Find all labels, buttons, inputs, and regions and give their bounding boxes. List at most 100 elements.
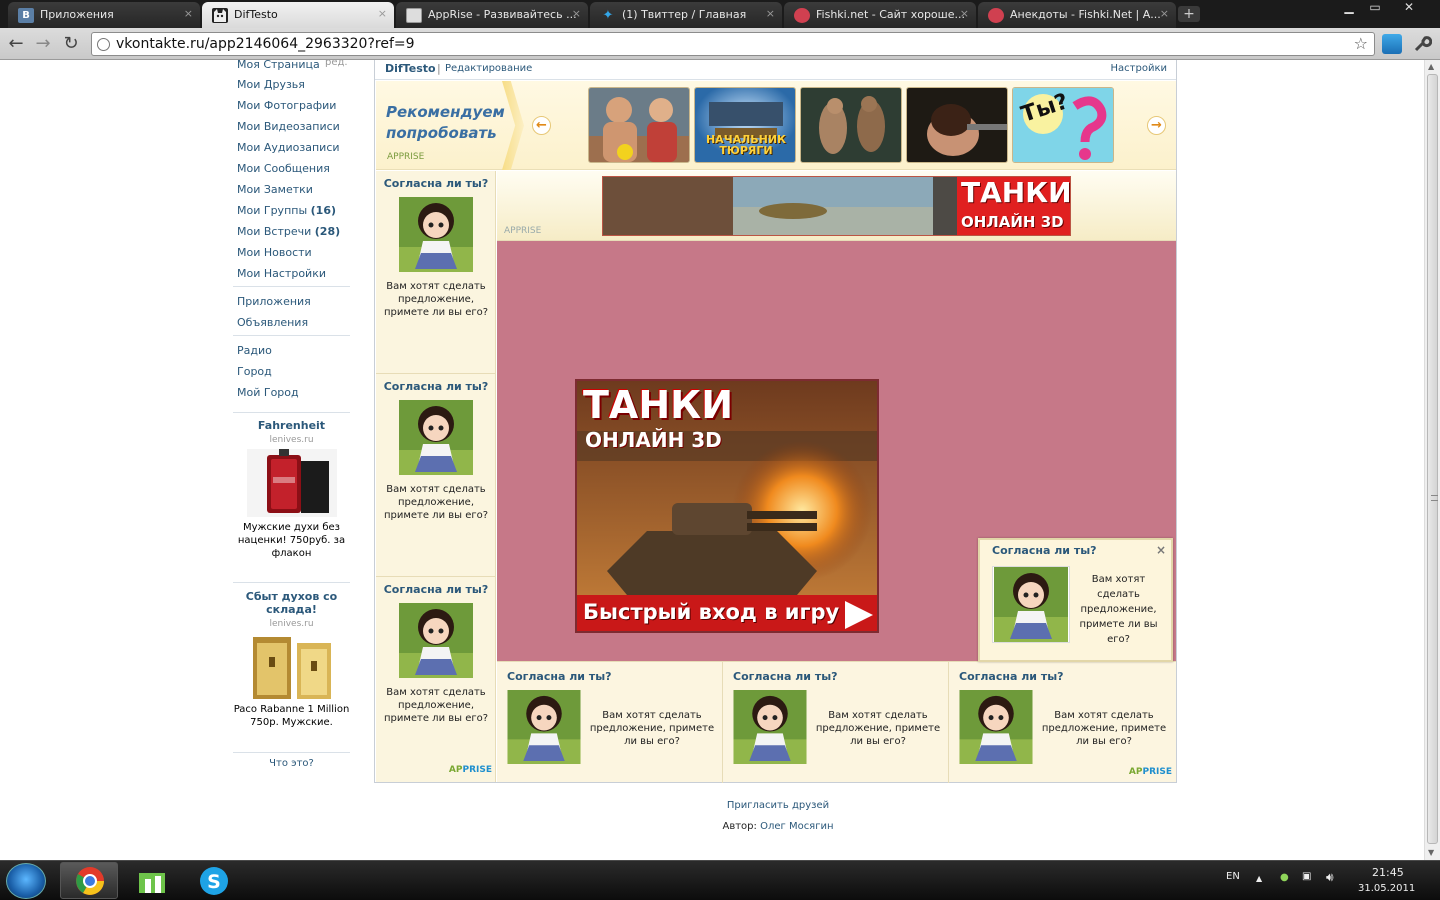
app-thumb-fight-club[interactable]	[800, 87, 902, 163]
girl-avatar-image[interactable]	[992, 566, 1070, 643]
carousel-next-arrow-icon[interactable]: →	[1147, 116, 1166, 135]
page-scrollbar[interactable]: ▲ ▼	[1424, 60, 1440, 860]
menu-my-settings[interactable]: Мои Настройки	[237, 267, 326, 280]
taskbar-app-button[interactable]	[122, 862, 180, 899]
back-button-icon[interactable]: ←	[5, 34, 27, 54]
ad-title[interactable]: Fahrenheit	[233, 419, 350, 432]
browser-tab-apprise[interactable]: AppRise - Развивайтесь ... ×	[396, 2, 588, 28]
menu-applications[interactable]: Приложения	[237, 295, 311, 308]
menu-city[interactable]: Город	[237, 365, 272, 378]
menu-my-page[interactable]: Моя Страница	[237, 60, 320, 71]
offer-question[interactable]: Согласна ли ты?	[959, 670, 1064, 683]
offer-card[interactable]: Согласна ли ты? Вам хотят сделать предло…	[376, 577, 496, 780]
tab-close-icon[interactable]: ×	[378, 7, 387, 20]
perfume-million-image[interactable]	[247, 633, 337, 699]
page-info-icon[interactable]	[97, 38, 110, 51]
girl-avatar-image[interactable]	[958, 690, 1034, 764]
offer-card[interactable]: Согласна ли ты? Вам хотят сделать предло…	[497, 662, 723, 783]
scrollbar-thumb[interactable]	[1427, 74, 1438, 844]
browser-tab-twitter[interactable]: ✦ (1) Твиттер / Главная ×	[590, 2, 782, 28]
author-link[interactable]: Олег Мосягин	[760, 821, 833, 832]
tanks-banner-ad[interactable]: ТАНКИ ОНЛАЙН 3D	[602, 176, 1071, 236]
perfume-bottle-image[interactable]	[246, 449, 337, 517]
menu-my-photos[interactable]: Мои Фотографии	[237, 99, 336, 112]
tab-close-icon[interactable]: ×	[960, 7, 969, 20]
apprise-logo[interactable]: APPRISE	[449, 765, 492, 775]
edit-app-link[interactable]: Редактирование	[445, 63, 532, 74]
girl-avatar-image[interactable]	[399, 400, 473, 475]
girl-avatar-image[interactable]	[399, 603, 473, 678]
offer-popup[interactable]: Согласна ли ты? × Вам хотят сделать пред…	[978, 538, 1173, 662]
browser-tab-diftesto[interactable]: DifTesto ×	[202, 2, 394, 28]
tab-close-icon[interactable]: ×	[766, 7, 775, 20]
sidebar-ad-perfume-warehouse[interactable]: Сбыт духов со склада! lenives.ru Paco Ra…	[233, 590, 350, 729]
popup-close-icon[interactable]: ×	[1156, 543, 1166, 557]
offer-question[interactable]: Согласна ли ты?	[376, 583, 496, 596]
menu-my-videos[interactable]: Мои Видеозаписи	[237, 120, 340, 133]
girl-avatar-image[interactable]	[506, 690, 582, 764]
minimize-window-icon[interactable]: ▁	[1336, 0, 1362, 14]
scroll-down-arrow-icon[interactable]: ▼	[1428, 848, 1434, 857]
carousel-prev-arrow-icon[interactable]: ←	[532, 116, 551, 135]
new-tab-button[interactable]: +	[1178, 6, 1200, 22]
browser-tab-anekdoty[interactable]: Анекдоты - Fishki.Net | А... ×	[978, 2, 1176, 28]
app-settings-link[interactable]: Настройки	[1111, 63, 1167, 74]
url-input[interactable]	[116, 35, 1336, 53]
menu-my-friends[interactable]: Мои Друзья	[237, 78, 305, 91]
what-is-this-link[interactable]: Что это?	[233, 758, 350, 769]
menu-radio[interactable]: Радио	[237, 344, 272, 357]
tray-volume-icon[interactable]: 🔊︎	[1326, 870, 1334, 885]
app-thumb-ty[interactable]: Ты?	[1012, 87, 1114, 163]
popup-question[interactable]: Согласна ли ты?	[992, 544, 1097, 557]
app-thumb-woman-dark[interactable]	[906, 87, 1008, 163]
app-thumb-nachalnik-turyagi[interactable]: НАЧАЛЬНИК ТЮРЯГИ	[694, 87, 796, 163]
menu-my-events[interactable]: Мои Встречи (28)	[237, 225, 340, 238]
menu-my-city[interactable]: Мой Город	[237, 386, 299, 399]
tray-network-icon[interactable]: ▣	[1302, 871, 1311, 882]
browser-tab-apps[interactable]: В Приложения ×	[8, 2, 200, 28]
scroll-up-arrow-icon[interactable]: ▲	[1428, 62, 1434, 71]
offer-card[interactable]: Согласна ли ты? Вам хотят сделать предло…	[723, 662, 949, 783]
offer-question[interactable]: Согласна ли ты?	[376, 380, 496, 393]
offer-card[interactable]: Согласна ли ты? Вам хотят сделать предло…	[376, 374, 496, 577]
girl-avatar-image[interactable]	[732, 690, 808, 764]
tray-show-hidden-icon[interactable]: ▲	[1256, 874, 1262, 883]
menu-my-audio[interactable]: Мои Аудиозаписи	[237, 141, 340, 154]
offer-question[interactable]: Согласна ли ты?	[376, 177, 496, 190]
forward-button-icon[interactable]: →	[32, 34, 54, 54]
tray-app-icon[interactable]: ●	[1280, 872, 1289, 883]
close-window-icon[interactable]: ✕	[1396, 0, 1422, 14]
menu-my-messages[interactable]: Мои Сообщения	[237, 162, 330, 175]
skype-extension-icon[interactable]	[1382, 34, 1402, 54]
browser-tab-fishki[interactable]: Fishki.net - Сайт хороше... ×	[784, 2, 976, 28]
taskbar-chrome-button[interactable]	[60, 862, 118, 899]
language-indicator[interactable]: EN	[1226, 871, 1240, 882]
address-bar[interactable]: ☆	[91, 32, 1375, 56]
clock-date[interactable]: 31.05.2011	[1358, 883, 1415, 894]
offer-card[interactable]: Согласна ли ты? Вам хотят сделать предло…	[376, 171, 496, 374]
maximize-window-icon[interactable]: ▭	[1362, 0, 1388, 14]
tab-close-icon[interactable]: ×	[572, 7, 581, 20]
apprise-logo[interactable]: APPRISE	[1129, 767, 1172, 777]
menu-ads[interactable]: Объявления	[237, 316, 308, 329]
tab-close-icon[interactable]: ×	[1160, 7, 1169, 20]
edit-link[interactable]: ред.	[325, 60, 348, 68]
app-thumb-fighters[interactable]	[588, 87, 690, 163]
reload-button-icon[interactable]: ↻	[60, 34, 82, 54]
start-button-icon[interactable]	[6, 863, 46, 899]
offer-question[interactable]: Согласна ли ты?	[733, 670, 838, 683]
offer-question[interactable]: Согласна ли ты?	[507, 670, 612, 683]
girl-avatar-image[interactable]	[399, 197, 473, 272]
offer-card[interactable]: Согласна ли ты? Вам хотят сделать предло…	[949, 662, 1176, 783]
sidebar-ad-fahrenheit[interactable]: Fahrenheit lenives.ru Мужские духи без н…	[233, 419, 350, 560]
wrench-menu-icon[interactable]	[1412, 34, 1433, 54]
bookmark-star-icon[interactable]: ☆	[1354, 34, 1368, 53]
menu-my-news[interactable]: Мои Новости	[237, 246, 312, 259]
app-name-link[interactable]: DifTesto	[385, 62, 436, 75]
ad-title[interactable]: Сбыт духов со склада!	[233, 590, 350, 616]
tanks-online-ad[interactable]: ТАНКИ ОНЛАЙН 3D Быстрый вход в игру	[575, 379, 879, 633]
tab-close-icon[interactable]: ×	[184, 7, 193, 20]
menu-my-groups[interactable]: Мои Группы (16)	[237, 204, 336, 217]
taskbar-skype-button[interactable]: S	[184, 862, 242, 899]
quick-play-button[interactable]: Быстрый вход в игру	[583, 599, 839, 625]
